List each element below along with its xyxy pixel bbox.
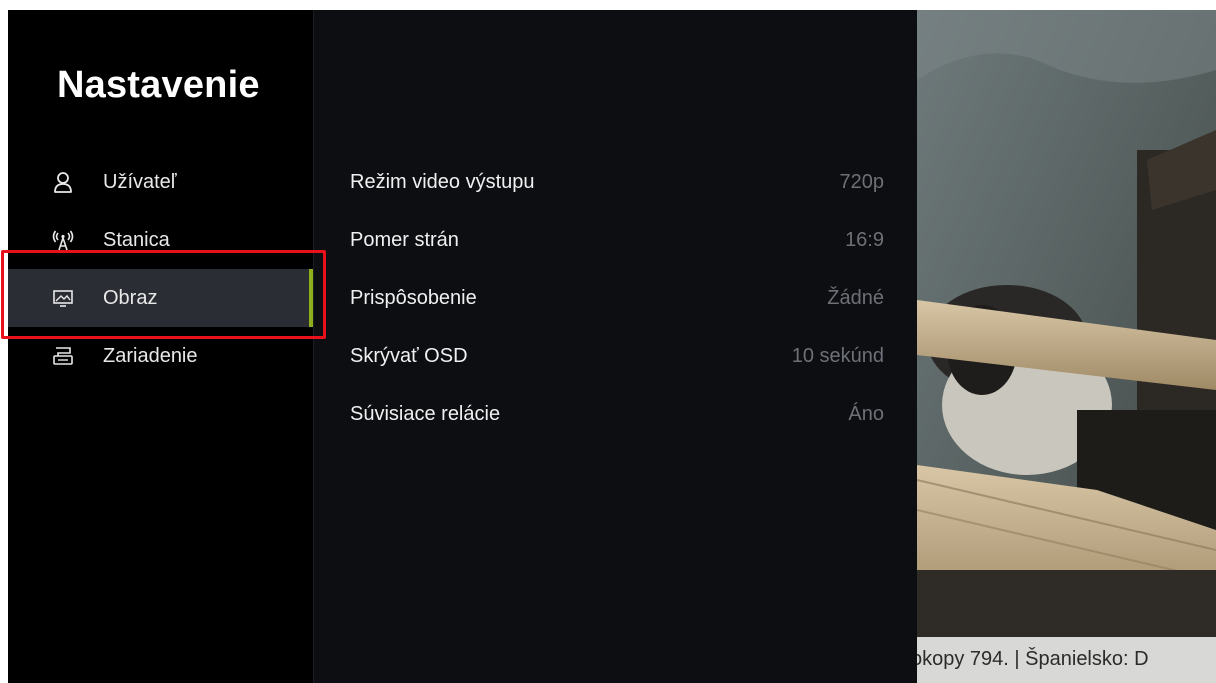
setting-row-related-programs[interactable]: Súvisiace relácie Áno <box>350 385 884 443</box>
settings-content-panel: Režim video výstupu 720p Pomer strán 16:… <box>313 10 918 683</box>
setting-label: Pomer strán <box>350 228 459 251</box>
sidebar-item-station[interactable]: Stanica <box>8 211 313 269</box>
sidebar-item-label: Užívateľ <box>103 170 177 193</box>
sidebar-item-picture[interactable]: Obraz <box>8 269 313 327</box>
settings-list: Režim video výstupu 720p Pomer strán 16:… <box>350 153 884 443</box>
setting-value: 10 sekúnd <box>791 344 884 367</box>
setting-value: Žádné <box>827 286 884 309</box>
ticker-text: okopy 794. | Španielsko: D <box>917 648 1149 670</box>
sidebar-item-label: Obraz <box>103 286 158 309</box>
user-icon <box>52 171 74 193</box>
sidebar-item-label: Zariadenie <box>103 344 198 367</box>
page-title: Nastavenie <box>57 64 260 106</box>
setting-value: 720p <box>839 170 885 193</box>
video-frame-image <box>917 10 1216 683</box>
sidebar-nav: Užívateľ Stanica Obraz Zariadenie <box>8 153 313 385</box>
setting-row-aspect-ratio[interactable]: Pomer strán 16:9 <box>350 211 884 269</box>
sidebar-item-label: Stanica <box>103 228 170 251</box>
news-ticker: okopy 794. | Španielsko: D <box>917 637 1216 683</box>
antenna-icon <box>52 229 74 251</box>
setting-label: Režim video výstupu <box>350 170 535 193</box>
setting-row-video-output[interactable]: Režim video výstupu 720p <box>350 153 884 211</box>
tv-screen: Nastavenie Užívateľ Stanica Obraz Zariad… <box>8 10 1216 683</box>
setting-value: Áno <box>848 402 884 425</box>
picture-icon <box>52 287 74 309</box>
setting-row-fitting[interactable]: Prispôsobenie Žádné <box>350 269 884 327</box>
setting-label: Prispôsobenie <box>350 286 477 309</box>
sidebar-item-user[interactable]: Užívateľ <box>8 153 313 211</box>
setting-value: 16:9 <box>845 228 884 251</box>
setting-label: Skrývať OSD <box>350 344 468 367</box>
setting-label: Súvisiace relácie <box>350 402 501 425</box>
settings-sidebar: Nastavenie Užívateľ Stanica Obraz Zariad… <box>8 10 313 683</box>
device-icon <box>52 345 74 367</box>
sidebar-item-device[interactable]: Zariadenie <box>8 327 313 385</box>
video-preview[interactable] <box>917 10 1216 683</box>
setting-row-hide-osd[interactable]: Skrývať OSD 10 sekúnd <box>350 327 884 385</box>
